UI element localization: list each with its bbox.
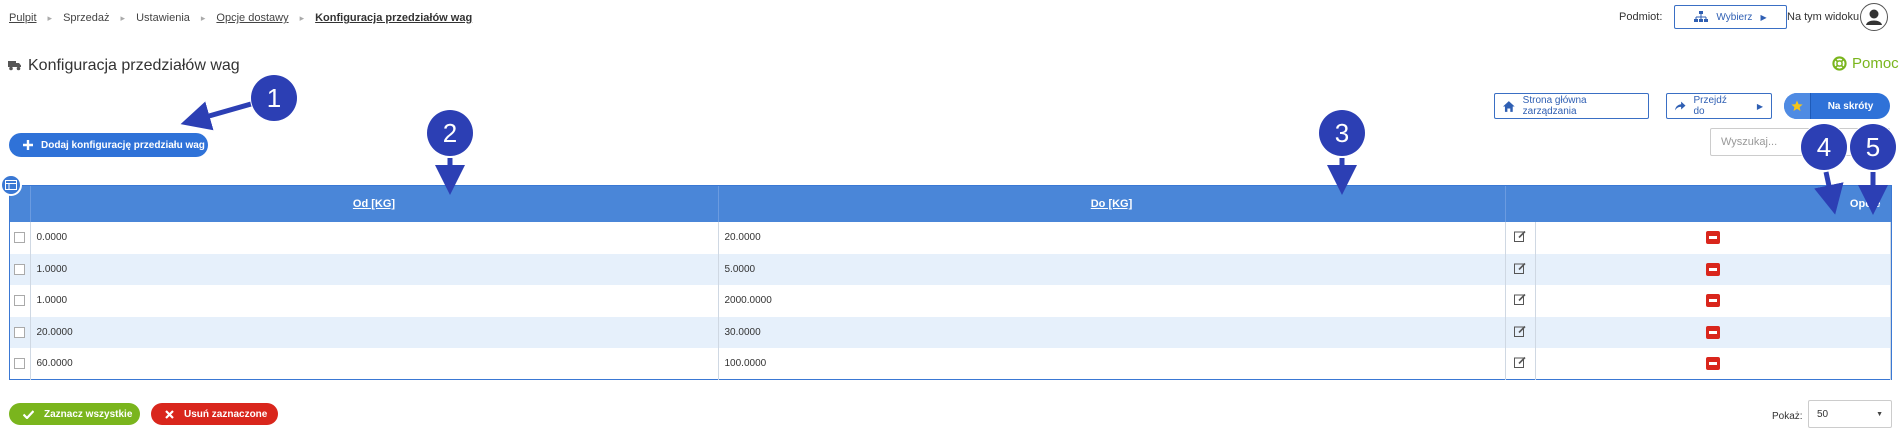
annotation-arrows	[180, 99, 1888, 215]
annotation-badge-1: 1	[251, 75, 297, 121]
annotation-badge-5: 5	[1850, 124, 1896, 170]
annotation-badge-3: 3	[1319, 110, 1365, 156]
annotation-badge-2: 2	[427, 110, 473, 156]
annotation-badge-4: 4	[1801, 124, 1847, 170]
annotation-arrow-4	[1814, 171, 1844, 215]
annotation-arrow-1	[180, 99, 259, 131]
